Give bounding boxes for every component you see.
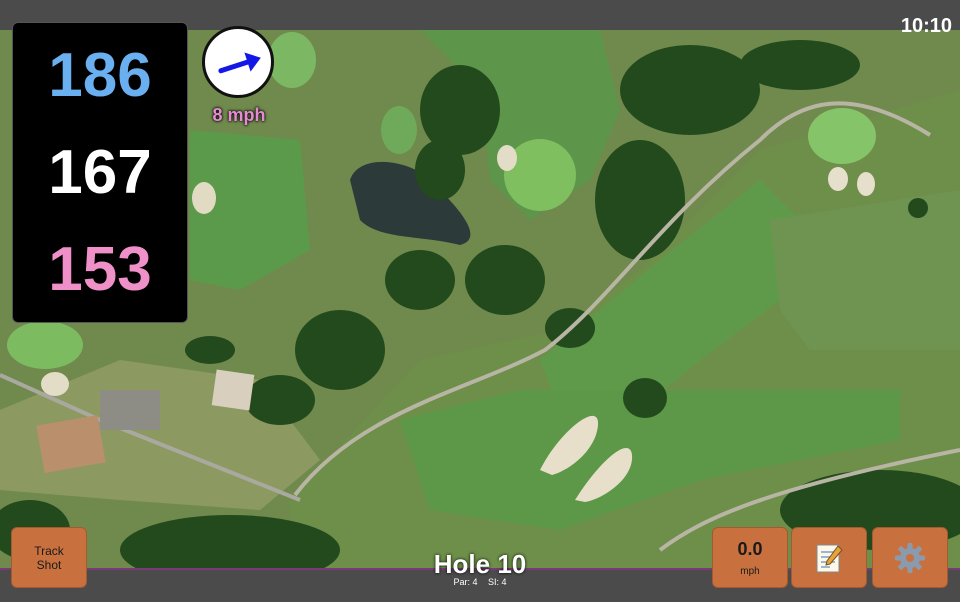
hole-title: Hole 10 (433, 549, 527, 579)
speed-button[interactable]: 0.0 mph (712, 527, 788, 588)
wind-speed: 8 mph (212, 105, 266, 125)
speed-unit: mph (740, 565, 760, 577)
hole-info: Par: 4 SI: 4 (380, 577, 580, 587)
settings-button[interactable] (872, 527, 948, 588)
distance-middle: 167 (48, 137, 152, 207)
arrow-icon (218, 52, 261, 74)
distance-panel: 186 167 153 (12, 22, 188, 323)
clock: 10:10 (900, 15, 952, 37)
track-shot-label-line2: Shot (36, 557, 62, 572)
notepad-icon (816, 544, 843, 572)
distance-back: 186 (48, 40, 152, 110)
wind-indicator (202, 26, 274, 98)
hole-si: SI: 4 (488, 577, 507, 587)
track-shot-label-line1: Track (34, 543, 64, 558)
speed-value: 0.0 (737, 538, 763, 559)
hole-par: Par: 4 (453, 577, 478, 587)
gear-icon (895, 542, 925, 573)
distance-front: 153 (48, 234, 152, 304)
track-shot-button[interactable]: Track Shot (11, 527, 87, 588)
notes-button[interactable] (791, 527, 867, 588)
